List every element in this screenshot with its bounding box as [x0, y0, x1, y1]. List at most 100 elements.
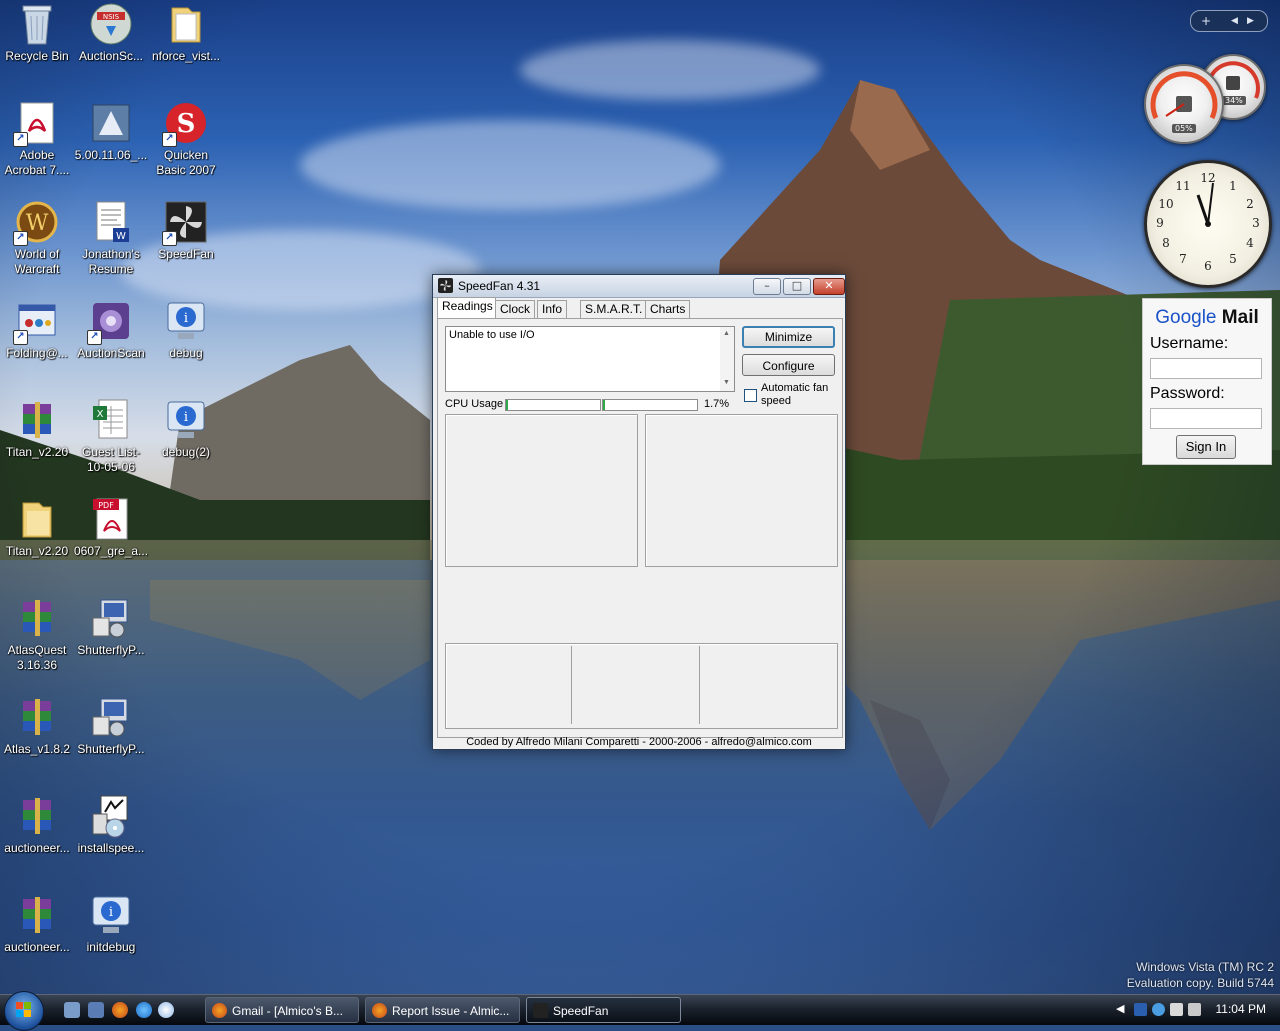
speedfan-window: SpeedFan 4.31 – □ ✕ Readings Clock Info … [432, 274, 846, 750]
desktop-icon-nforce-vista[interactable]: nforce_vist... [149, 2, 223, 64]
desktop-icon-recycle-bin[interactable]: Recycle Bin [0, 2, 74, 64]
desktop-icon-label: Jonathon's Resume [82, 247, 140, 276]
cpu-usage-fill-1 [506, 400, 508, 410]
system-tray: ◀ 11:04 PM [1112, 995, 1280, 1025]
desktop-icon-speedfan[interactable]: ↗ SpeedFan [149, 200, 223, 262]
previous-icon[interactable]: ◀ [1231, 11, 1238, 31]
window-titlebar[interactable]: SpeedFan 4.31 – □ ✕ [433, 275, 845, 298]
desktop-icon-0607-gre[interactable]: PDF 0607_gre_a... [74, 497, 148, 559]
desktop-icon-label: Titan_v2.20 [5, 445, 69, 459]
cpu-usage-fill-2 [603, 400, 605, 410]
internet-explorer-icon[interactable] [136, 1002, 152, 1018]
network-connections-icon[interactable] [1170, 1003, 1183, 1016]
desktop-icon-shutterfly-2[interactable]: ShutterflyP... [74, 695, 148, 757]
desktop-icon-auctioneer-1[interactable]: auctioneer... [0, 794, 74, 856]
auto-fan-label: Automatic fan speed [761, 382, 829, 407]
desktop-icon-folding[interactable]: ↗ Folding@... [0, 299, 74, 361]
cpu-usage-percent: 1.7% [704, 398, 730, 410]
bluetooth-icon[interactable] [1152, 1003, 1165, 1016]
desktop-icon-adobe-acrobat[interactable]: ↗ Adobe Acrobat 7.... [0, 101, 74, 178]
auto-fan-checkbox[interactable] [744, 389, 757, 402]
tab-readings[interactable]: Readings [437, 297, 496, 318]
installer-box-icon [89, 101, 133, 145]
warcraft-icon: W ↗ [13, 200, 59, 246]
minimize-button[interactable]: Minimize [742, 326, 835, 348]
password-label: Password: [1150, 385, 1225, 402]
desktop-icon-guest-list[interactable]: X Guest List-10-05-06 [74, 398, 148, 475]
winrar-archive-icon [15, 893, 59, 937]
auctionscan-icon: ↗ [87, 299, 133, 345]
desktop-icon-auctioneer-2[interactable]: auctioneer... [0, 893, 74, 955]
svg-text:S: S [177, 109, 196, 139]
desktop-icon-atlas[interactable]: Atlas_v1.8.2 [0, 695, 74, 757]
desktop-icon-atlasquest[interactable]: AtlasQuest 3.16.36 [0, 596, 74, 673]
tab-info[interactable]: Info [537, 300, 568, 318]
tab-smart[interactable]: S.M.A.R.T. [580, 300, 648, 318]
configure-button[interactable]: Configure [742, 354, 835, 376]
tab-charts[interactable]: Charts [645, 300, 691, 318]
speedfan-icon: ↗ [162, 200, 208, 246]
cpu-gauge[interactable]: 05% [1144, 64, 1224, 144]
tab-clock[interactable]: Clock [495, 300, 536, 318]
program-window-icon: ↗ [13, 299, 59, 345]
desktop-icon-label: nforce_vist... [151, 49, 221, 63]
desktop-icon-auctionscan[interactable]: ↗ AuctionScan [74, 299, 148, 361]
desktop-icon-label: Titan_v2.20 [5, 544, 69, 558]
firefox-icon[interactable] [112, 1002, 128, 1018]
scroll-down-icon[interactable]: ▼ [723, 379, 730, 386]
maximize-window-button[interactable]: □ [783, 278, 811, 295]
setup-program-icon [89, 695, 133, 739]
fan-speed-group [445, 643, 838, 729]
divider [699, 646, 700, 724]
desktop-icon-shutterfly-1[interactable]: ShutterflyP... [74, 596, 148, 658]
show-desktop-icon[interactable] [64, 1002, 80, 1018]
minimize-window-button[interactable]: – [753, 278, 781, 295]
log-scrollbar[interactable]: ▲ ▼ [720, 327, 734, 391]
taskbar-button-report-issue[interactable]: Report Issue - Almic... [365, 997, 520, 1023]
info-monitor-icon: i [89, 893, 133, 937]
desktop-icon-label: 5.00.11.06_... [74, 148, 148, 162]
taskbar-button-gmail[interactable]: Gmail - [Almico's B... [205, 997, 359, 1023]
start-button[interactable] [4, 991, 44, 1031]
scroll-up-icon[interactable]: ▲ [723, 330, 730, 337]
username-field[interactable] [1150, 358, 1262, 379]
recycle-bin-icon [15, 2, 59, 46]
password-field[interactable] [1150, 408, 1262, 429]
taskbar-clock[interactable]: 11:04 PM [1216, 1002, 1266, 1016]
log-textbox[interactable]: Unable to use I/O ▲ ▼ [445, 326, 735, 392]
show-hidden-icons-icon[interactable]: ◀ [1116, 1002, 1124, 1015]
gmail-logo: Google Mail [1143, 307, 1271, 329]
firefox-icon [212, 1003, 227, 1018]
svg-text:W: W [116, 231, 126, 242]
winrar-archive-icon [15, 596, 59, 640]
sign-in-button[interactable]: Sign In [1176, 435, 1236, 459]
desktop-icon-label: Recycle Bin [5, 49, 69, 63]
taskbar-button-speedfan[interactable]: SpeedFan [526, 997, 681, 1023]
clock-gadget[interactable]: 12 1 2 3 4 5 6 7 8 9 10 11 [1144, 160, 1272, 288]
desktop-icon-debug[interactable]: i debug [149, 299, 223, 361]
desktop-icon-titan-archive[interactable]: Titan_v2.20 [0, 398, 74, 460]
windows-logo-icon [16, 1002, 32, 1018]
cpu-gauge-value: 05% [1172, 124, 1196, 133]
next-icon[interactable]: ▶ [1247, 11, 1254, 31]
desktop-icon-installspeedfan[interactable]: installspee... [74, 794, 148, 856]
desktop-icon-5-00-11-06[interactable]: 5.00.11.06_... [74, 101, 148, 163]
desktop-icon-quicken[interactable]: S ↗ Quicken Basic 2007 [149, 101, 223, 178]
watermark-line1: Windows Vista (TM) RC 2 [1136, 960, 1274, 974]
divider [571, 646, 572, 724]
installer-disc-icon: NSIS [89, 2, 133, 46]
desktop-icon-debug-2[interactable]: i debug(2) [149, 398, 223, 460]
close-window-button[interactable]: ✕ [813, 278, 845, 295]
network-status-icon[interactable] [1134, 1003, 1147, 1016]
desktop-icon-auctionsc-installer[interactable]: NSIS AuctionSc... [74, 2, 148, 64]
add-gadget-icon[interactable]: + [1201, 11, 1211, 31]
media-player-icon[interactable] [158, 1002, 174, 1018]
desktop-icon-titan-folder[interactable]: Titan_v2.20 [0, 497, 74, 559]
desktop-icon-label: SpeedFan [158, 247, 214, 261]
volume-icon[interactable] [1188, 1003, 1201, 1016]
info-monitor-icon: i [164, 398, 208, 442]
desktop-icon-jonathons-resume[interactable]: W Jonathon's Resume [74, 200, 148, 277]
desktop-icon-world-of-warcraft[interactable]: W ↗ World of Warcraft [0, 200, 74, 277]
desktop-icon-initdebug[interactable]: i initdebug [74, 893, 148, 955]
switch-windows-icon[interactable] [88, 1002, 104, 1018]
